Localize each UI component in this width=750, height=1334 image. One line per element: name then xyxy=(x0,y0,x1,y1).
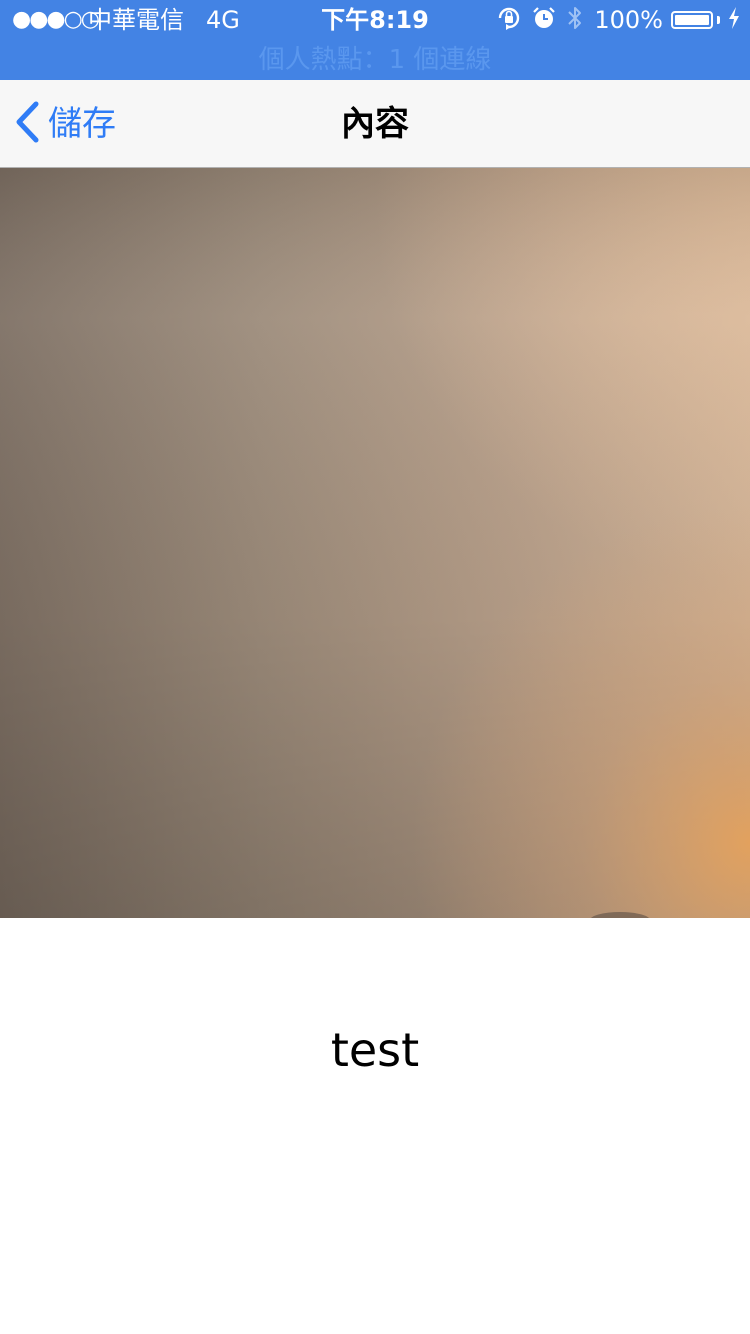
battery-fill xyxy=(675,15,709,25)
bluetooth-icon xyxy=(566,4,584,36)
status-row: ●●●○○ 中華電信 4G 下午8:19 100% xyxy=(0,0,750,40)
page-title: 內容 xyxy=(341,104,409,144)
battery-percent: 100% xyxy=(594,6,663,34)
content-photo xyxy=(0,168,750,918)
personal-hotspot-banner[interactable]: 個人熱點：1 個連線 xyxy=(0,40,750,80)
battery-icon xyxy=(671,11,713,29)
content-text: test xyxy=(330,1023,420,1077)
battery-tip xyxy=(717,16,720,24)
navigation-bar: 儲存 內容 xyxy=(0,80,750,168)
status-right-group: 100% xyxy=(496,4,740,36)
charging-icon xyxy=(728,7,740,33)
rotation-lock-icon xyxy=(496,5,522,35)
status-bar: ●●●○○ 中華電信 4G 下午8:19 100% 個人熱點：1 個連線 xyxy=(0,0,750,80)
alarm-icon xyxy=(532,6,556,34)
